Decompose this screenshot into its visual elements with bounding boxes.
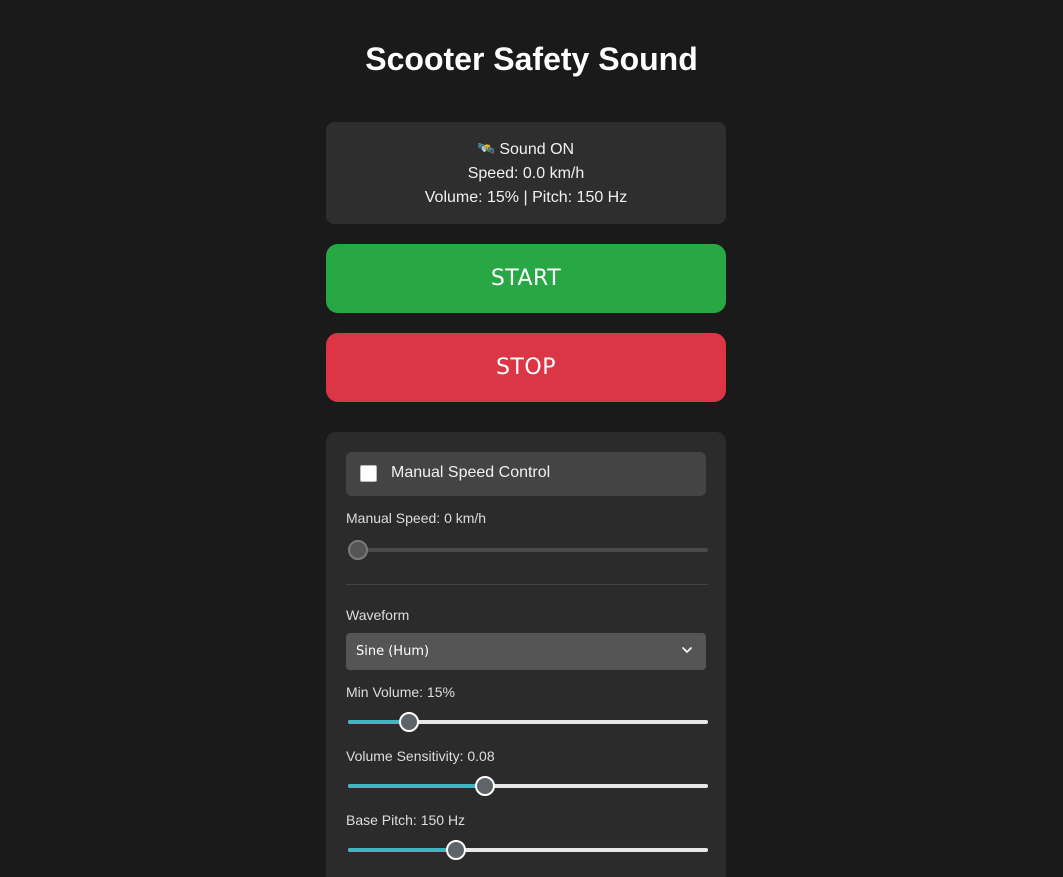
divider	[346, 584, 708, 585]
base-pitch-slider[interactable]	[348, 840, 708, 860]
slider-thumb[interactable]	[348, 540, 368, 560]
waveform-label: Waveform	[346, 607, 410, 623]
waveform-selected-value: Sine (Hum)	[356, 644, 430, 659]
settings-panel: Manual Speed Control Manual Speed: 0 km/…	[326, 432, 726, 877]
start-button[interactable]: START	[326, 244, 726, 313]
app-page: Scooter Safety Sound 🛰️ Sound ON Speed: 0…	[0, 0, 1063, 877]
chevron-down-icon	[682, 647, 692, 653]
volume-pitch-readout: Volume: 15% | Pitch: 150 Hz	[424, 189, 628, 206]
sound-status: 🛰️ Sound ON	[326, 136, 726, 162]
manual-speed-label: Manual Speed: 0 km/h	[346, 510, 487, 526]
min-volume-slider[interactable]	[348, 712, 708, 732]
volume-sensitivity-slider[interactable]	[348, 776, 708, 796]
volume-sensitivity-label: Volume Sensitivity: 0.08	[346, 748, 495, 764]
slider-thumb[interactable]	[475, 776, 495, 796]
page-title: Scooter Safety Sound	[365, 41, 698, 77]
speed-readout: Speed: 0.0 km/h	[467, 165, 585, 182]
manual-speed-toggle-label: Manual Speed Control	[391, 464, 551, 481]
slider-fill	[348, 848, 456, 852]
satellite-icon: 🛰️	[477, 140, 496, 156]
base-pitch-label: Base Pitch: 150 Hz	[346, 812, 466, 828]
min-volume-label: Min Volume: 15%	[346, 684, 455, 700]
manual-speed-checkbox[interactable]	[360, 465, 377, 482]
stop-button[interactable]: STOP	[326, 333, 726, 402]
slider-track	[348, 548, 708, 552]
manual-speed-slider[interactable]	[348, 540, 708, 560]
slider-thumb[interactable]	[399, 712, 419, 732]
manual-speed-toggle[interactable]: Manual Speed Control	[346, 452, 706, 496]
status-card: 🛰️ Sound ON Speed: 0.0 km/h Volume: 15% |…	[326, 122, 726, 224]
sound-status-text: Sound ON	[499, 141, 575, 158]
slider-fill	[348, 784, 485, 788]
waveform-select[interactable]: Sine (Hum)	[346, 633, 706, 670]
slider-thumb[interactable]	[446, 840, 466, 860]
